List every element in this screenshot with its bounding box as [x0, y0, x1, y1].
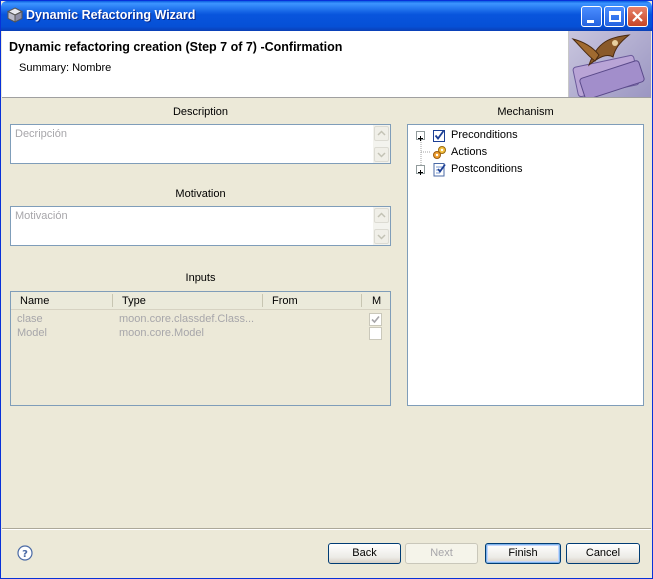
- expand-button[interactable]: [416, 165, 425, 175]
- svg-text:?: ?: [22, 549, 28, 560]
- maximize-button[interactable]: [604, 6, 625, 27]
- tree-item-actions[interactable]: Actions: [408, 144, 643, 161]
- tree-item-postconditions[interactable]: Postconditions: [408, 161, 643, 178]
- plus-icon: [418, 136, 423, 141]
- cancel-button[interactable]: Cancel: [566, 543, 640, 564]
- tree-label: Preconditions: [451, 129, 518, 141]
- wizard-header: Dynamic refactoring creation (Step 7 of …: [2, 31, 651, 100]
- tree-item-preconditions[interactable]: Preconditions: [408, 127, 643, 144]
- next-button[interactable]: Next: [405, 543, 478, 564]
- mechanism-label: Mechanism: [497, 106, 554, 118]
- plus-icon: [418, 170, 423, 175]
- description-label: Description: [172, 106, 229, 118]
- close-button[interactable]: [627, 6, 648, 27]
- finish-button[interactable]: Finish: [485, 543, 561, 564]
- table-header: Name Type From M: [11, 292, 390, 310]
- chevron-down-icon: [377, 234, 386, 240]
- column-divider[interactable]: [361, 294, 362, 307]
- inputs-label: Inputs: [185, 272, 216, 284]
- page-title: Dynamic refactoring creation (Step 7 of …: [9, 40, 343, 54]
- cell-name: clase: [17, 313, 43, 325]
- m-checkbox[interactable]: [369, 313, 382, 326]
- cell-type: moon.core.Model: [119, 327, 204, 339]
- help-icon[interactable]: ?: [17, 545, 33, 561]
- m-checkbox[interactable]: [369, 327, 382, 340]
- tree-label: Actions: [451, 146, 488, 158]
- cell-type: moon.core.classdef.Class...: [119, 313, 255, 325]
- motivation-label: Motivation: [175, 188, 226, 200]
- chevron-down-icon: [377, 152, 386, 158]
- window-title: Dynamic Refactoring Wizard: [26, 8, 196, 22]
- back-button[interactable]: Back: [328, 543, 401, 564]
- gears-icon: [433, 146, 446, 159]
- minimize-icon: [587, 20, 594, 23]
- scroll-up-button[interactable]: [374, 208, 389, 223]
- motivation-scrollbar[interactable]: [373, 207, 390, 245]
- checkbox-check-icon: [433, 130, 445, 142]
- checklist-icon: [433, 163, 446, 177]
- column-divider[interactable]: [262, 294, 263, 307]
- wizard-banner-image: [568, 31, 651, 100]
- footer-separator: [2, 528, 651, 530]
- description-textarea[interactable]: Decripción: [10, 124, 391, 164]
- scroll-up-button[interactable]: [374, 126, 389, 141]
- column-header-from[interactable]: From: [272, 295, 298, 307]
- scroll-down-button[interactable]: [374, 147, 389, 162]
- inputs-table[interactable]: Name Type From M clase moon.core.classde…: [10, 291, 391, 406]
- cell-name: Model: [17, 327, 47, 339]
- mechanism-tree[interactable]: Preconditions Actions Postconditions: [407, 124, 644, 406]
- column-divider[interactable]: [112, 294, 113, 307]
- scroll-down-button[interactable]: [374, 229, 389, 244]
- chevron-up-icon: [377, 212, 386, 218]
- app-cube-icon: [7, 7, 23, 23]
- chevron-up-icon: [377, 130, 386, 136]
- close-icon: [632, 11, 643, 22]
- column-header-m[interactable]: M: [372, 295, 381, 307]
- minimize-button[interactable]: [581, 6, 602, 27]
- summary-text: Summary: Nombre: [19, 62, 112, 74]
- eagle-books-icon: [571, 34, 645, 100]
- maximize-icon: [609, 11, 621, 22]
- checkmark-icon: [371, 315, 380, 324]
- expand-button[interactable]: [416, 131, 425, 141]
- title-bar[interactable]: Dynamic Refactoring Wizard: [1, 1, 652, 31]
- description-scrollbar[interactable]: [373, 125, 390, 163]
- wizard-window: Dynamic Refactoring Wizard Dynamic refac…: [0, 0, 653, 579]
- tree-label: Postconditions: [451, 163, 523, 175]
- description-placeholder: Decripción: [15, 128, 67, 140]
- column-header-name[interactable]: Name: [20, 295, 49, 307]
- motivation-placeholder: Motivación: [15, 210, 68, 222]
- column-header-type[interactable]: Type: [122, 295, 146, 307]
- motivation-textarea[interactable]: Motivación: [10, 206, 391, 246]
